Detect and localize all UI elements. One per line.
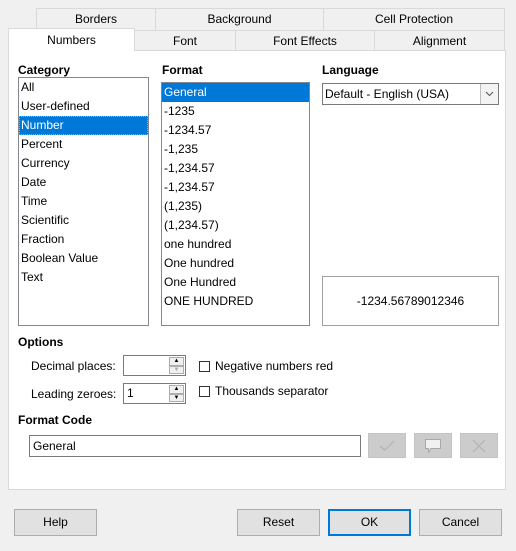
thousands-separator-checkbox[interactable]: Thousands separator (199, 384, 328, 398)
tab-font[interactable]: Font (134, 30, 236, 51)
negative-numbers-red-label: Negative numbers red (215, 359, 334, 373)
format-item[interactable]: -1,234.57 (162, 178, 309, 197)
category-item-percent[interactable]: Percent (19, 135, 148, 154)
checkbox-box[interactable] (199, 385, 210, 397)
format-item[interactable]: -1,235 (162, 140, 309, 159)
format-code-input[interactable]: General (29, 435, 361, 457)
thousands-separator-label: Thousands separator (215, 384, 329, 398)
category-item-fraction[interactable]: Fraction (19, 230, 148, 249)
format-item[interactable]: (1,235) (162, 197, 309, 216)
checkmark-icon (379, 440, 395, 451)
category-list[interactable]: All User-defined Number Percent Currency… (18, 77, 149, 326)
category-item-scientific[interactable]: Scientific (19, 211, 148, 230)
format-code-label: Format Code (18, 413, 93, 427)
format-item[interactable]: ONE HUNDRED (162, 292, 309, 311)
tab-numbers[interactable]: Numbers (8, 28, 135, 51)
spin-down-icon[interactable]: ▼ (169, 393, 184, 402)
tab-background[interactable]: Background (155, 8, 324, 31)
options-label: Options (18, 335, 64, 349)
spin-up-icon[interactable]: ▲ (169, 357, 184, 366)
category-item-currency[interactable]: Currency (19, 154, 148, 173)
delete-format-button[interactable] (460, 433, 498, 458)
leading-zeroes-label: Leading zeroes: (31, 387, 117, 401)
spin-up-icon[interactable]: ▲ (169, 385, 184, 394)
format-item[interactable]: -1,234.57 (162, 159, 309, 178)
language-value: Default - English (USA) (325, 87, 450, 101)
category-item-text[interactable]: Text (19, 268, 148, 287)
format-label: Format (162, 63, 203, 77)
tab-alignment[interactable]: Alignment (374, 30, 505, 51)
close-icon (472, 439, 486, 452)
comment-icon (425, 438, 441, 453)
tab-cell-protection[interactable]: Cell Protection (323, 8, 505, 31)
format-preview: -1234.56789012346 (322, 276, 499, 326)
numbers-panel: Category All User-defined Number Percent… (8, 50, 506, 490)
reset-button[interactable]: Reset (237, 509, 320, 536)
category-item-user-defined[interactable]: User-defined (19, 97, 148, 116)
language-select[interactable]: Default - English (USA) (322, 83, 499, 105)
help-button[interactable]: Help (14, 509, 97, 536)
decimal-places-label: Decimal places: (31, 359, 116, 373)
format-item[interactable]: General (162, 83, 309, 102)
tab-font-effects[interactable]: Font Effects (235, 30, 375, 51)
category-item-number[interactable]: Number (19, 116, 148, 135)
ok-button[interactable]: OK (328, 509, 411, 536)
chevron-down-icon[interactable] (480, 84, 498, 104)
format-item[interactable]: one hundred (162, 235, 309, 254)
leading-zeroes-value: 1 (127, 386, 134, 400)
format-list[interactable]: General -1235 -1234.57 -1,235 -1,234.57 … (161, 82, 310, 326)
cancel-button[interactable]: Cancel (419, 509, 502, 536)
add-format-button[interactable] (368, 433, 406, 458)
category-item-all[interactable]: All (19, 78, 148, 97)
spin-down-icon[interactable]: ▼ (169, 365, 184, 374)
category-item-time[interactable]: Time (19, 192, 148, 211)
format-item[interactable]: -1235 (162, 102, 309, 121)
edit-comment-button[interactable] (414, 433, 452, 458)
format-item[interactable]: One Hundred (162, 273, 309, 292)
leading-zeroes-spinner[interactable]: 1 ▲ ▼ (123, 383, 186, 404)
language-label: Language (322, 63, 379, 77)
category-item-date[interactable]: Date (19, 173, 148, 192)
decimal-places-spinner[interactable]: ▲ ▼ (123, 355, 186, 376)
category-item-boolean-value[interactable]: Boolean Value (19, 249, 148, 268)
format-item[interactable]: -1234.57 (162, 121, 309, 140)
format-item[interactable]: (1,234.57) (162, 216, 309, 235)
category-label: Category (18, 63, 71, 77)
format-item[interactable]: One hundred (162, 254, 309, 273)
checkbox-box[interactable] (199, 360, 210, 372)
negative-numbers-red-checkbox[interactable]: Negative numbers red (199, 359, 333, 373)
